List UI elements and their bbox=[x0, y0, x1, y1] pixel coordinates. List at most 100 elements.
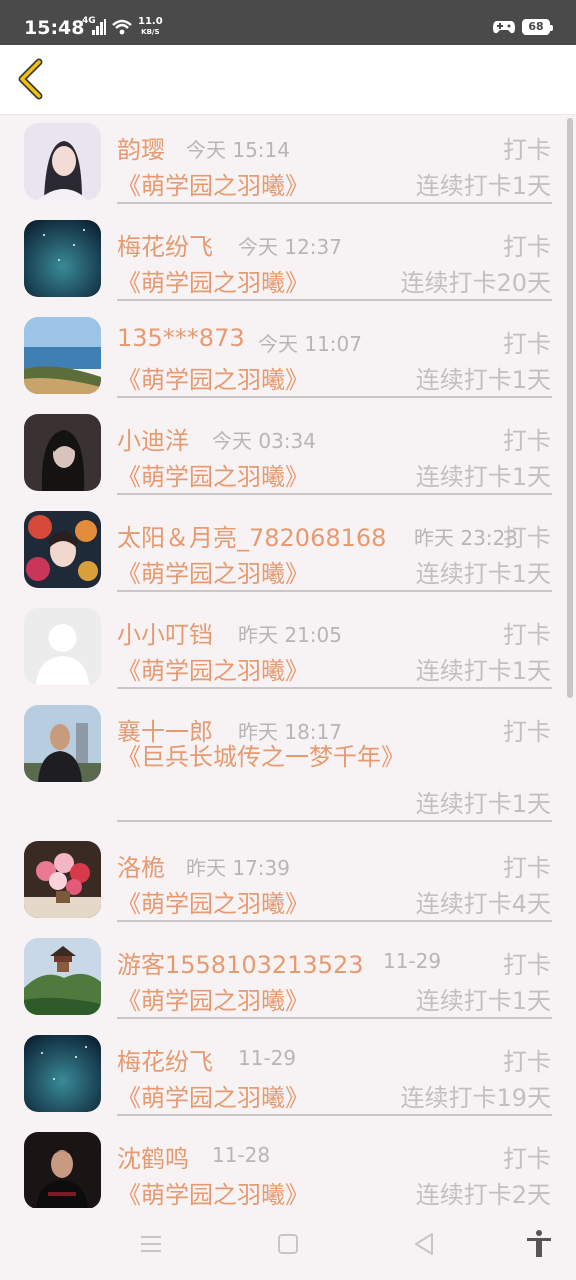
battery-indicator: 68 bbox=[522, 19, 553, 35]
checkin-label: 打卡 bbox=[503, 718, 551, 746]
checkin-time: 昨天 21:05 bbox=[238, 623, 342, 647]
avatar[interactable] bbox=[24, 938, 101, 1015]
streak-count: 连续打卡1天 bbox=[415, 560, 551, 588]
gamepad-icon bbox=[493, 21, 515, 34]
streak-count: 连续打卡1天 bbox=[415, 463, 551, 491]
avatar[interactable] bbox=[24, 123, 101, 200]
checkin-label: 打卡 bbox=[503, 951, 551, 979]
streak-count: 连续打卡1天 bbox=[415, 657, 551, 685]
list-item[interactable]: 游客1558103213523 11-29 打卡 《萌学园之羽曦》 连续打卡1天 bbox=[0, 931, 576, 1028]
signal-icon bbox=[92, 19, 106, 35]
checkin-time: 今天 11:07 bbox=[258, 332, 362, 356]
user-name: 135***873 bbox=[117, 324, 245, 352]
book-title[interactable]: 《萌学园之羽曦》 bbox=[117, 651, 309, 686]
streak-count: 连续打卡2天 bbox=[415, 1181, 551, 1208]
user-name: 小小叮铛 bbox=[117, 621, 213, 649]
checkin-label: 打卡 bbox=[503, 330, 551, 358]
avatar[interactable] bbox=[24, 841, 101, 918]
speed-value: 11.0 bbox=[138, 16, 163, 27]
checkin-label: 打卡 bbox=[503, 427, 551, 455]
checkin-label: 打卡 bbox=[503, 854, 551, 882]
book-title[interactable]: 《萌学园之羽曦》 bbox=[117, 554, 309, 589]
checkin-time: 今天 12:37 bbox=[238, 235, 342, 259]
row-divider bbox=[117, 920, 552, 922]
avatar[interactable] bbox=[24, 705, 101, 782]
book-title[interactable]: 《萌学园之羽曦》 bbox=[117, 884, 309, 919]
row-divider bbox=[117, 687, 552, 689]
checkin-label: 打卡 bbox=[503, 524, 551, 552]
network-speed: 11.0 KB/S bbox=[138, 17, 163, 37]
book-title[interactable]: 《萌学园之羽曦》 bbox=[117, 263, 309, 298]
checkin-list[interactable]: 韵璎 今天 15:14 打卡 《萌学园之羽曦》 连续打卡1天 梅花纷飞 今天 1… bbox=[0, 116, 576, 1208]
book-title[interactable]: 《萌学园之羽曦》 bbox=[117, 1078, 309, 1113]
row-divider bbox=[117, 820, 552, 822]
list-item[interactable]: 太阳＆月亮_782068168 昨天 23:23 打卡 《萌学园之羽曦》 连续打… bbox=[0, 504, 576, 601]
streak-count: 连续打卡1天 bbox=[415, 790, 551, 818]
book-title[interactable]: 《萌学园之羽曦》 bbox=[117, 360, 309, 395]
user-name: 游客1558103213523 bbox=[117, 951, 364, 979]
list-item[interactable]: 梅花纷飞 11-29 打卡 《萌学园之羽曦》 连续打卡19天 bbox=[0, 1028, 576, 1125]
avatar[interactable] bbox=[24, 220, 101, 297]
checkin-time: 今天 15:14 bbox=[186, 138, 290, 162]
streak-count: 连续打卡1天 bbox=[415, 987, 551, 1015]
status-time: 15:48 bbox=[24, 17, 85, 39]
streak-count: 连续打卡4天 bbox=[415, 890, 551, 918]
book-title[interactable]: 《萌学园之羽曦》 bbox=[117, 981, 309, 1016]
checkin-time: 11-28 bbox=[212, 1143, 271, 1167]
checkin-time: 昨天 17:39 bbox=[186, 856, 290, 880]
row-divider bbox=[117, 396, 552, 398]
accessibility-icon[interactable] bbox=[523, 1228, 555, 1260]
checkin-time: 11-29 bbox=[238, 1046, 297, 1070]
streak-count: 连续打卡1天 bbox=[415, 366, 551, 394]
row-divider bbox=[117, 590, 552, 592]
user-name: 韵璎 bbox=[117, 136, 165, 164]
user-name: 洛桅 bbox=[117, 854, 165, 882]
user-name: 太阳＆月亮_782068168 bbox=[117, 524, 387, 552]
user-name: 梅花纷飞 bbox=[117, 1048, 213, 1076]
status-bar: 15:48 4G 11.0 KB/S 68 bbox=[0, 0, 576, 45]
avatar[interactable] bbox=[24, 1132, 101, 1208]
back-icon[interactable] bbox=[408, 1228, 440, 1260]
list-item[interactable]: 小迪洋 今天 03:34 打卡 《萌学园之羽曦》 连续打卡1天 bbox=[0, 407, 576, 504]
streak-count: 连续打卡1天 bbox=[415, 172, 551, 200]
wifi-icon bbox=[112, 19, 132, 35]
avatar[interactable] bbox=[24, 317, 101, 394]
list-item[interactable]: 韵璎 今天 15:14 打卡 《萌学园之羽曦》 连续打卡1天 bbox=[0, 116, 576, 213]
list-item[interactable]: 沈鹤鸣 11-28 打卡 《萌学园之羽曦》 连续打卡2天 bbox=[0, 1125, 576, 1208]
book-title[interactable]: 《萌学园之羽曦》 bbox=[117, 1175, 309, 1208]
list-item[interactable]: 洛桅 昨天 17:39 打卡 《萌学园之羽曦》 连续打卡4天 bbox=[0, 834, 576, 931]
book-title[interactable]: 《萌学园之羽曦》 bbox=[117, 457, 309, 492]
row-divider bbox=[117, 493, 552, 495]
checkin-label: 打卡 bbox=[503, 621, 551, 649]
streak-count: 连续打卡19天 bbox=[400, 1084, 551, 1112]
top-app-bar bbox=[0, 45, 576, 115]
checkin-time: 11-29 bbox=[383, 949, 442, 973]
list-item[interactable]: 小小叮铛 昨天 21:05 打卡 《萌学园之羽曦》 连续打卡1天 bbox=[0, 601, 576, 698]
avatar[interactable] bbox=[24, 414, 101, 491]
avatar[interactable] bbox=[24, 608, 101, 685]
speed-unit: KB/S bbox=[141, 28, 160, 36]
book-title[interactable]: 《萌学园之羽曦》 bbox=[117, 166, 309, 201]
streak-count: 连续打卡20天 bbox=[400, 269, 551, 297]
list-item[interactable]: 梅花纷飞 今天 12:37 打卡 《萌学园之羽曦》 连续打卡20天 bbox=[0, 213, 576, 310]
user-name: 沈鹤鸣 bbox=[117, 1145, 189, 1173]
menu-icon[interactable] bbox=[135, 1228, 167, 1260]
system-nav-bar bbox=[0, 1208, 576, 1280]
back-arrow-icon[interactable] bbox=[12, 57, 52, 101]
checkin-label: 打卡 bbox=[503, 233, 551, 261]
avatar[interactable] bbox=[24, 1035, 101, 1112]
book-title[interactable]: 《巨兵长城传之一梦千年》 bbox=[117, 738, 405, 776]
list-item[interactable]: 135***873 今天 11:07 打卡 《萌学园之羽曦》 连续打卡1天 bbox=[0, 310, 576, 407]
row-divider bbox=[117, 1114, 552, 1116]
row-divider bbox=[117, 202, 552, 204]
home-icon[interactable] bbox=[272, 1228, 304, 1260]
checkin-label: 打卡 bbox=[503, 1145, 551, 1173]
checkin-label: 打卡 bbox=[503, 1048, 551, 1076]
row-divider bbox=[117, 1017, 552, 1019]
checkin-time: 今天 03:34 bbox=[212, 429, 316, 453]
list-item[interactable]: 襄十一郎 昨天 18:17 打卡 《巨兵长城传之一梦千年》 连续打卡1天 bbox=[0, 698, 576, 833]
user-name: 小迪洋 bbox=[117, 427, 189, 455]
scrollbar[interactable] bbox=[567, 118, 573, 698]
avatar[interactable] bbox=[24, 511, 101, 588]
row-divider bbox=[117, 299, 552, 301]
